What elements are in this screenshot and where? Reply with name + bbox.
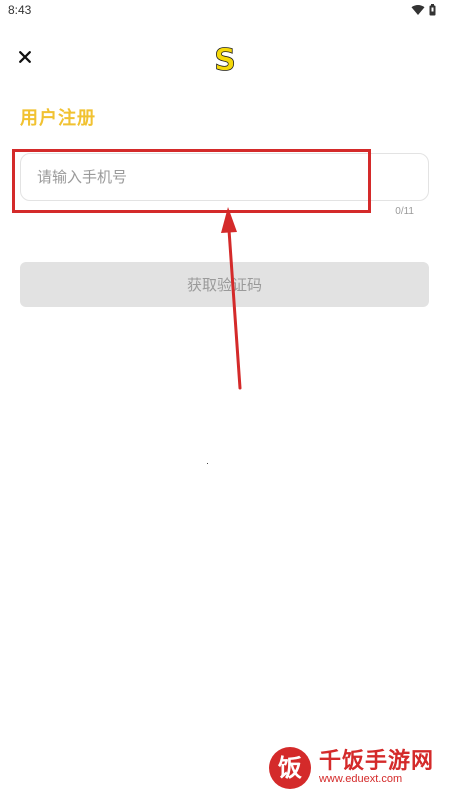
stray-dot xyxy=(207,463,208,464)
watermark: 饭 千饭手游网 www.eduext.com xyxy=(267,746,434,790)
phone-input[interactable] xyxy=(21,154,428,200)
svg-text:饭: 饭 xyxy=(278,754,302,782)
close-icon xyxy=(19,51,31,63)
status-bar: 8:43 xyxy=(0,0,450,22)
close-button[interactable] xyxy=(14,46,36,68)
app-logo: S xyxy=(214,43,236,76)
wifi-icon xyxy=(411,4,425,15)
logo-letter: S xyxy=(214,43,236,76)
battery-icon xyxy=(429,4,436,16)
page-title: 用户注册 xyxy=(20,108,96,129)
watermark-url: www.eduext.com xyxy=(318,773,403,785)
watermark-logo: 饭 xyxy=(268,747,311,789)
status-icons xyxy=(411,3,436,17)
get-code-button[interactable]: 获取验证码 xyxy=(20,262,429,307)
char-counter: 0/11 xyxy=(395,206,414,217)
phone-input-container xyxy=(20,153,429,201)
watermark-title: 千饭手游网 xyxy=(318,749,434,774)
watermark-text: 千饭手游网 www.eduext.com xyxy=(318,749,434,786)
status-time: 8:43 xyxy=(8,3,32,17)
